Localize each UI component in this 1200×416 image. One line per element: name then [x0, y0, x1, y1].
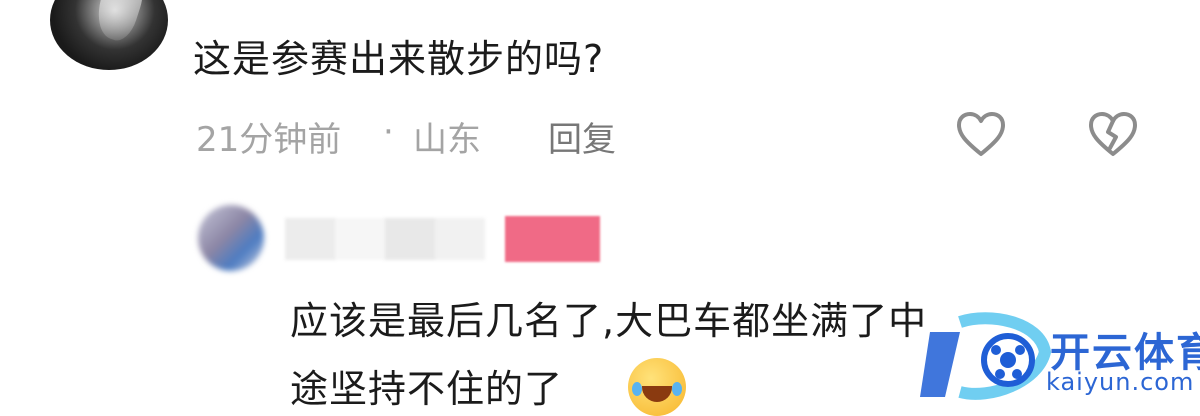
reply-avatar[interactable]: [198, 205, 264, 271]
reply-button[interactable]: 回复: [548, 112, 616, 161]
reply-text-line-2: 途坚持不住的了: [290, 367, 564, 411]
comment-text: 这是参赛出来散步的吗?: [193, 37, 605, 81]
like-heart-icon[interactable]: [955, 110, 1007, 158]
feather-image: [90, 0, 150, 45]
reply-text-line-1: 应该是最后几名了,大巴车都坐满了中: [290, 299, 928, 343]
meta-separator: ·: [383, 112, 394, 152]
pixelated-username: [285, 218, 485, 260]
comment-time: 21分钟前: [196, 120, 342, 160]
kaiyun-logo-icon: [920, 312, 1060, 404]
pixelated-badge: [505, 216, 600, 262]
commenter-avatar[interactable]: [50, 0, 168, 70]
comment-location: 山东: [413, 120, 481, 160]
laughing-crying-emoji-icon: [628, 358, 686, 416]
watermark-brand-en: kaiyun.com: [1046, 368, 1195, 396]
dislike-broken-heart-icon[interactable]: [1087, 110, 1139, 158]
